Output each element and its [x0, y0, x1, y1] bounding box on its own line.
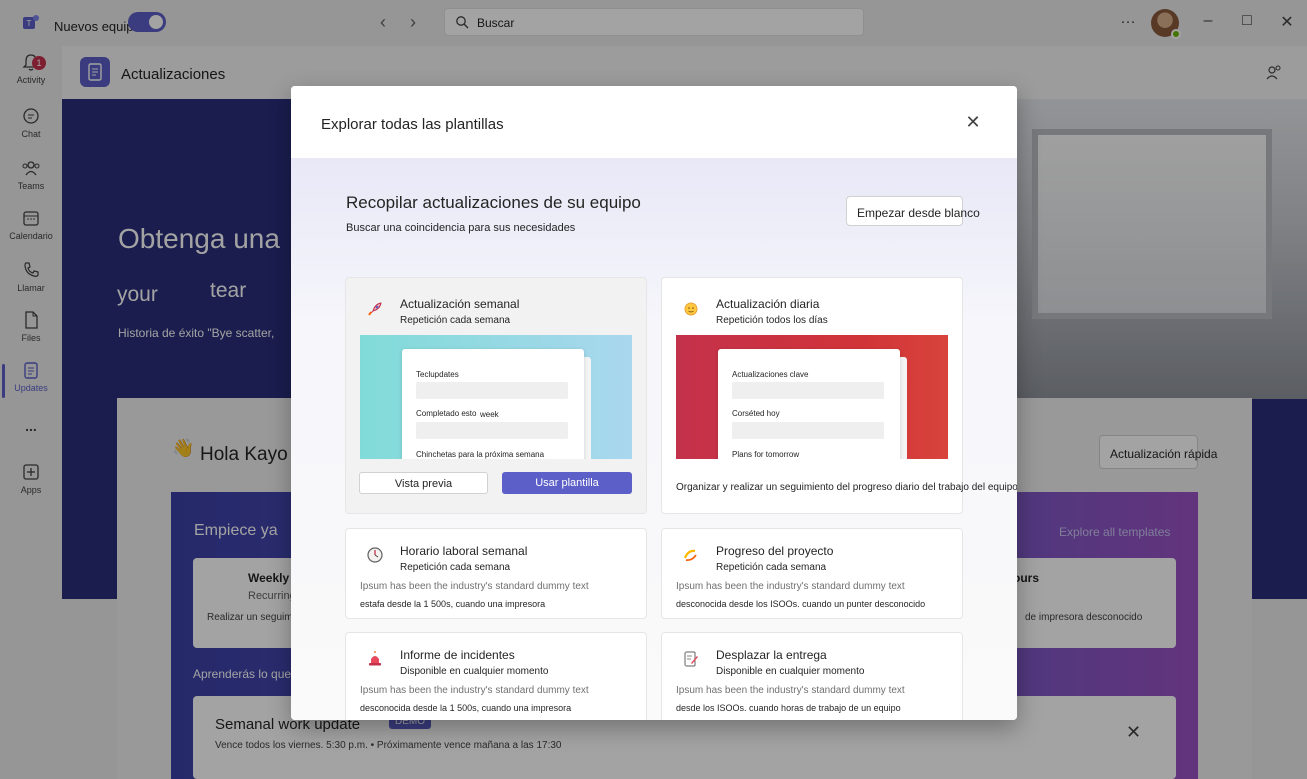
template-title: Horario laboral semanal	[400, 544, 528, 558]
template-title: Informe de incidentes	[400, 648, 515, 662]
template-card-incident-report[interactable]: Informe de incidentes Disponible en cual…	[345, 632, 647, 720]
preview-label: Chinchetas para la próxima semana	[416, 450, 545, 459]
template-title: Actualización diaria	[716, 297, 820, 311]
template-description: Ipsum has been the industry's standard d…	[676, 685, 905, 696]
preview-button[interactable]: Vista previa	[359, 472, 488, 494]
template-card-weekly-schedule[interactable]: Horario laboral semanal Repetición cada …	[345, 528, 647, 619]
preview-label: Corséted hoy	[732, 409, 780, 418]
template-preview: Teclupdates Completado esto week Chinche…	[360, 335, 632, 459]
template-repeat: Repetición cada semana	[400, 562, 511, 573]
template-description: Organizar y realizar un seguimiento del …	[676, 482, 1017, 493]
template-description: Ipsum has been the industry's standard d…	[360, 685, 589, 696]
template-repeat: Repetición todos los días	[716, 315, 828, 326]
template-title: Desplazar la entrega	[716, 648, 827, 662]
template-description-2: desde los ISOOs. cuando horas de trabajo…	[676, 703, 901, 713]
siren-icon	[369, 651, 381, 666]
template-description-2: estafa desde la 1 500s, cuando una impre…	[360, 599, 546, 609]
template-card-project-progress[interactable]: Progreso del proyecto Repetición cada se…	[661, 528, 963, 619]
start-blank-button[interactable]: Empezar desde blanco	[846, 196, 980, 226]
template-description-2: desconocida desde la 1 500s, cuando una …	[360, 703, 572, 713]
template-description: Ipsum has been the industry's standard d…	[360, 581, 589, 592]
preview-label: Plans for tomorrow	[732, 450, 800, 459]
template-card-shift-handoff[interactable]: Desplazar la entrega Disponible en cualq…	[661, 632, 963, 720]
close-icon[interactable]: ✕	[963, 112, 983, 132]
template-preview: Actualizaciones clave Corséted hoy Plans…	[676, 335, 948, 459]
progress-icon	[683, 549, 697, 562]
template-title: Progreso del proyecto	[716, 544, 834, 558]
clock-icon	[367, 547, 383, 563]
sun-icon	[684, 302, 698, 316]
template-repeat: Disponible en cualquier momento	[716, 666, 865, 677]
dialog-header: Explorar todas las plantillas ✕	[291, 86, 1017, 158]
template-repeat: Repetición cada semana	[716, 562, 827, 573]
template-repeat: Disponible en cualquier momento	[400, 666, 549, 677]
dialog-title: Explorar todas las plantillas	[321, 116, 504, 133]
rocket-icon	[368, 302, 382, 316]
template-description-2: desconocida desde los ISOOs. cuando un p…	[676, 599, 926, 609]
template-repeat: Repetición cada semana	[400, 315, 511, 326]
templates-dialog: Explorar todas las plantillas ✕ Recopila…	[291, 86, 1017, 720]
preview-label: week	[480, 410, 499, 419]
template-card-daily-update[interactable]: Actualización diaria Repetición todos lo…	[661, 277, 1017, 514]
document-edit-icon	[684, 651, 698, 667]
preview-label: Completado esto	[416, 409, 477, 418]
start-blank-label: Empezar desde blanco	[857, 206, 980, 220]
use-template-label: Usar plantilla	[535, 477, 599, 489]
preview-label: Teclupdates	[416, 370, 459, 379]
preview-label: Actualizaciones clave	[732, 370, 809, 379]
section-subtitle: Buscar una coincidencia para sus necesid…	[346, 222, 576, 234]
template-description: Ipsum has been the industry's standard d…	[676, 581, 905, 592]
template-title: Actualización semanal	[400, 297, 520, 311]
use-template-button[interactable]: Usar plantilla	[502, 472, 632, 494]
preview-button-label: Vista previa	[394, 478, 453, 490]
section-title: Recopilar actualizaciones de su equipo	[346, 193, 641, 212]
